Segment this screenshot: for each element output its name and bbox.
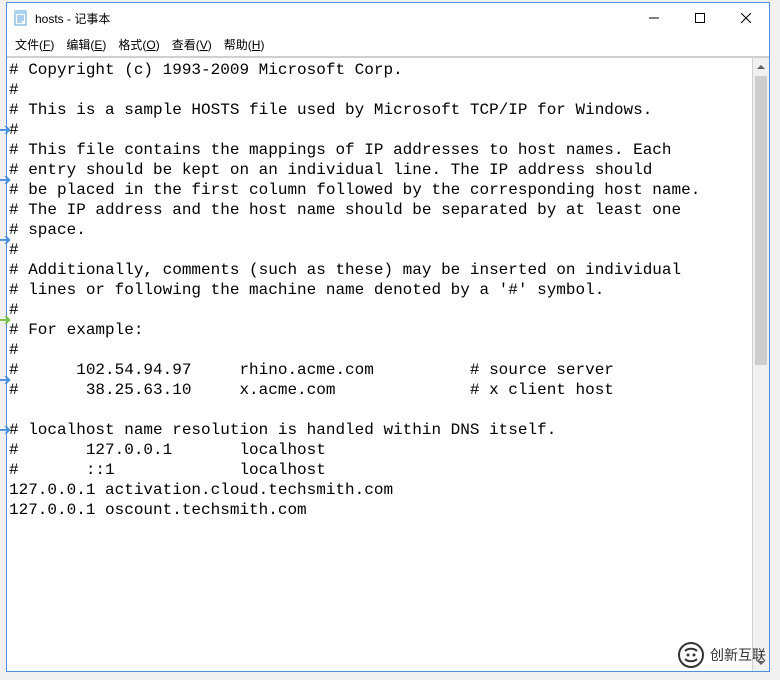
scrollbar-track[interactable] (753, 366, 769, 655)
menu-format[interactable]: 格式(O) (118, 36, 159, 53)
watermark-text: 创新互联 (710, 645, 766, 665)
notepad-window: hosts - 记事本 文件(F) 编辑(E) 格式(O) 查看(V) 帮助(H… (6, 2, 770, 672)
close-button[interactable] (723, 3, 769, 33)
watermark-logo-icon (678, 642, 704, 668)
title-bar[interactable]: hosts - 记事本 (7, 3, 769, 33)
window-title: hosts - 记事本 (35, 10, 631, 27)
menu-view[interactable]: 查看(V) (172, 36, 212, 53)
window-controls (631, 3, 769, 33)
notepad-icon (13, 10, 29, 26)
menu-edit[interactable]: 编辑(E) (66, 36, 106, 53)
scrollbar-thumb[interactable] (755, 76, 767, 365)
text-editor[interactable]: # Copyright (c) 1993-2009 Microsoft Corp… (7, 58, 769, 671)
vertical-scrollbar[interactable] (752, 58, 769, 671)
scroll-up-button[interactable] (753, 58, 769, 75)
file-content[interactable]: # Copyright (c) 1993-2009 Microsoft Corp… (9, 60, 767, 520)
watermark: 创新互联 (678, 642, 766, 668)
maximize-button[interactable] (677, 3, 723, 33)
minimize-button[interactable] (631, 3, 677, 33)
menu-help[interactable]: 帮助(H) (224, 36, 265, 53)
menu-file[interactable]: 文件(F) (15, 36, 54, 53)
menu-bar: 文件(F) 编辑(E) 格式(O) 查看(V) 帮助(H) (7, 33, 769, 57)
editor-area: # Copyright (c) 1993-2009 Microsoft Corp… (7, 57, 769, 671)
